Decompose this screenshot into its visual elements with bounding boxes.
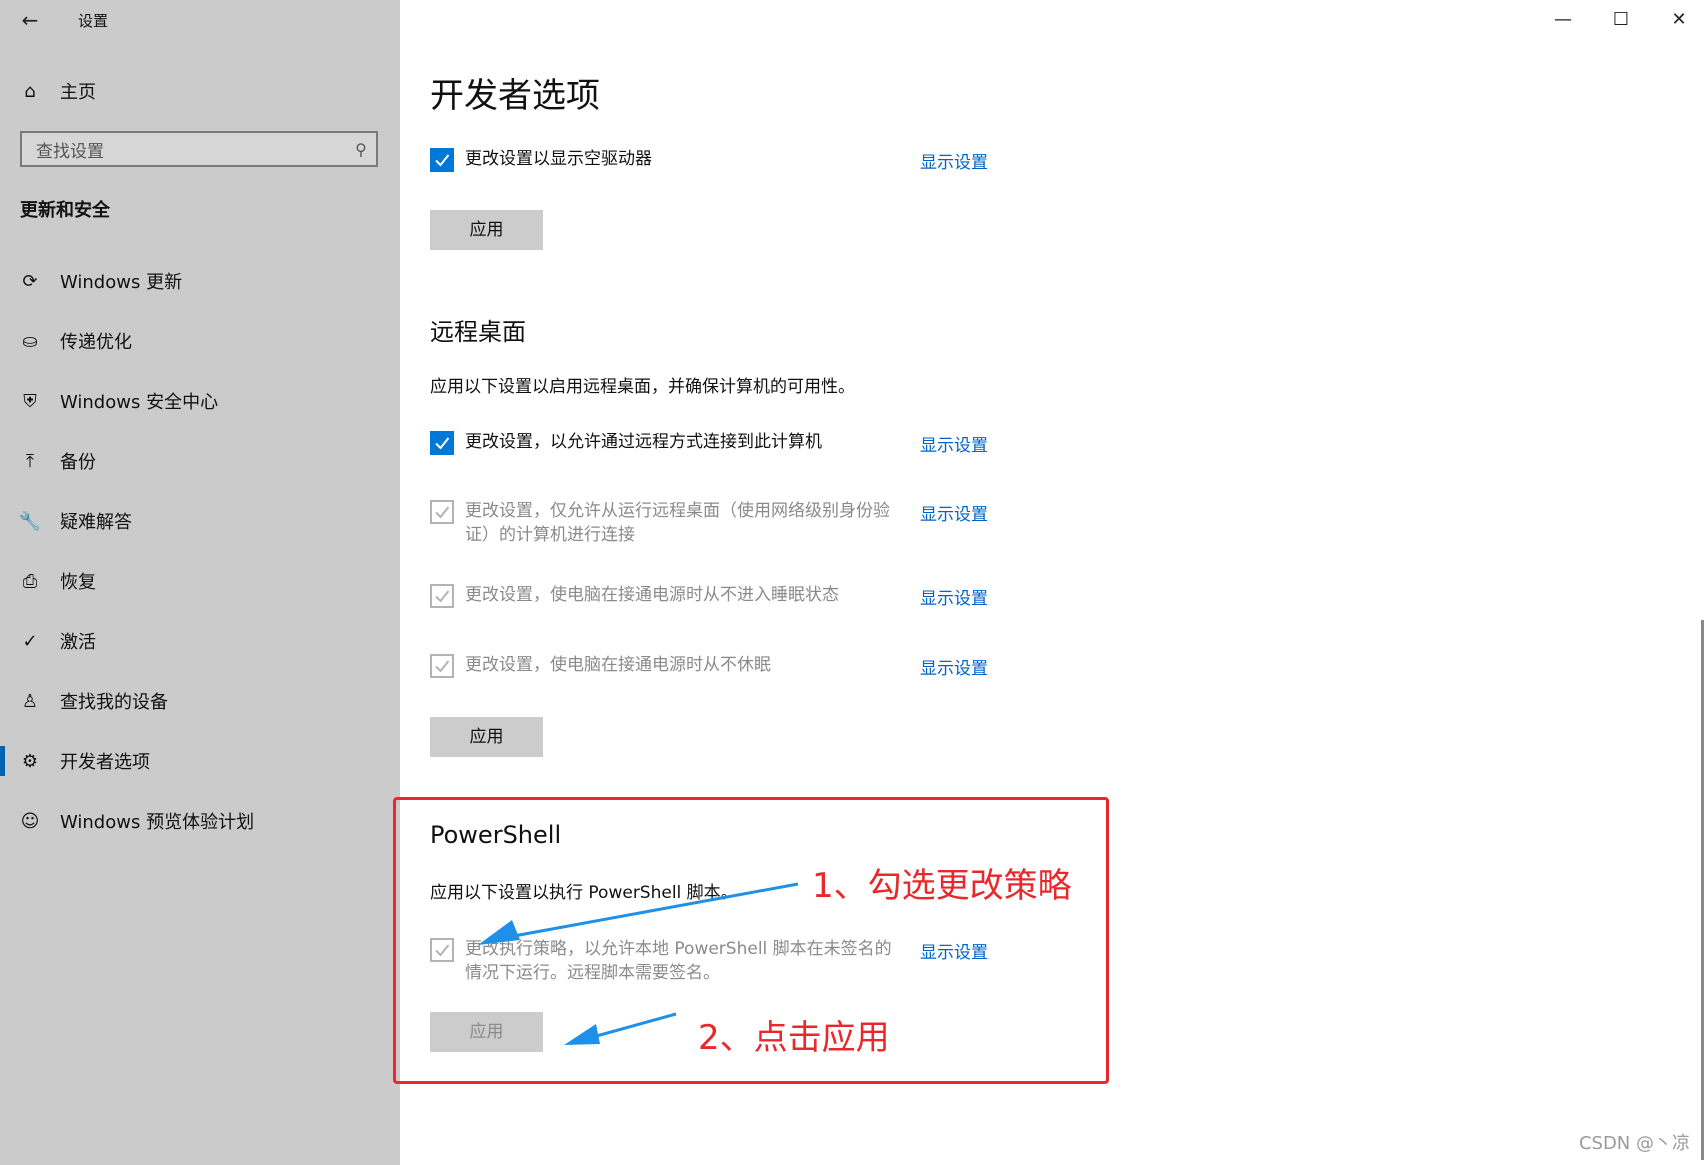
annotation-arrows [478,882,799,1045]
watermark: CSDN @丶凉 [1578,1133,1690,1154]
annotation-arrow-1 [478,882,799,945]
scrollbar-thumb[interactable] [1701,620,1704,1160]
annotation-arrow-2 [564,1012,677,1045]
